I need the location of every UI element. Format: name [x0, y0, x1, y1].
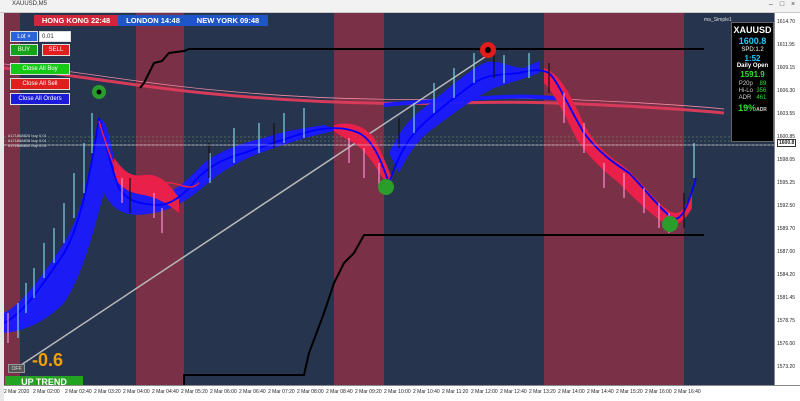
hilo-row: Hi-Lo 356 [732, 88, 773, 94]
time-tick: 2 Mar 12:00 [471, 389, 498, 395]
order-line-label: #171868852 buy 0.01 [8, 143, 47, 148]
session-name: HONG KONG [41, 16, 89, 25]
adr-percent: 19%ADR [732, 103, 773, 113]
p20p-row: P20p 89 [732, 81, 773, 87]
lot-size-input[interactable]: 0.01 [39, 31, 71, 42]
window-titlebar: XAUUSD,M5 – □ × [0, 0, 800, 13]
close-all-orders-button[interactable]: Close All Orders [10, 93, 70, 105]
sell-button[interactable]: SELL [42, 44, 70, 56]
spread-label: SPD: [741, 47, 756, 53]
indicator-tab-label: ma_Simple1 [704, 17, 732, 23]
time-tick: 2 Mar 11:20 [442, 389, 469, 395]
price-tick: 1595.25 [777, 180, 796, 186]
time-tick: 2 Mar 06:00 [210, 389, 237, 395]
price-tick: 1598.05 [777, 157, 796, 163]
minimize-icon[interactable]: – [766, 1, 776, 8]
hilo-value: 356 [756, 88, 767, 94]
time-tick: 2 Mar 10:40 [413, 389, 440, 395]
session-time: 22:48 [91, 16, 111, 25]
hilo-label: Hi-Lo [738, 88, 753, 94]
price-tick: 1576.00 [777, 341, 796, 347]
close-all-sell-button[interactable]: Close All Sell [10, 78, 70, 90]
time-tick: 2 Mar 05:20 [181, 389, 208, 395]
time-tick: 2 Mar 03:20 [94, 389, 121, 395]
price-tick: 1603.55 [777, 111, 796, 117]
price-tick: 1589.70 [777, 226, 796, 232]
time-tick: 2 Mar 16:00 [645, 389, 672, 395]
session-new-york: NEW YORK 09:48 [188, 15, 268, 26]
maximize-icon[interactable]: □ [777, 1, 787, 8]
time-tick: 2 Mar 13:20 [529, 389, 556, 395]
price-tick: 1581.45 [777, 295, 796, 301]
adr-row: ADR 461 [732, 95, 773, 101]
pips-value: -0.6 [32, 350, 64, 370]
time-tick: 2 Mar 16:40 [674, 389, 701, 395]
time-tick: 2 Mar 14:40 [587, 389, 614, 395]
price-tick: 1609.15 [777, 65, 796, 71]
price-tick: 1584.20 [777, 272, 796, 278]
p20p-label: P20p [738, 81, 753, 87]
adr-value: 461 [756, 95, 767, 101]
time-axis[interactable]: 2 Mar 2020 2 Mar 02:00 2 Mar 02:40 2 Mar… [4, 385, 800, 401]
session-name: LONDON [126, 16, 159, 25]
indicator-off-button[interactable]: OFF [8, 364, 25, 373]
time-tick: 2 Mar 02:00 [33, 389, 60, 395]
price-tick: 1573.20 [777, 364, 796, 370]
window-title: XAUUSD,M5 [12, 1, 48, 7]
session-name: NEW YORK [196, 16, 238, 25]
buy-button[interactable]: BUY [10, 44, 38, 56]
session-time: 14:48 [160, 16, 180, 25]
time-tick: 2 Mar 02:40 [65, 389, 92, 395]
chart-plot [4, 42, 774, 385]
price-tick: 1614.70 [777, 19, 796, 25]
price-tick: 1592.50 [777, 203, 796, 209]
adr-label: ADR [738, 95, 752, 101]
time-tick: 2 Mar 04:00 [123, 389, 150, 395]
current-price-tag: 1600.8 [777, 139, 797, 147]
symbol-name: XAUUSD [733, 25, 772, 35]
time-tick: 2 Mar 15:20 [616, 389, 643, 395]
current-price: 1600.8 [738, 36, 767, 46]
daily-open-value: 1591.9 [740, 70, 765, 79]
time-tick: 2 Mar 06:40 [239, 389, 266, 395]
p20p-value: 89 [759, 81, 767, 87]
close-all-buy-button[interactable]: Close All Buy [10, 63, 70, 75]
time-tick: 2 Mar 14:00 [558, 389, 585, 395]
price-tick: 1611.95 [777, 42, 795, 48]
lot-label-text: Lot [17, 34, 26, 40]
price-tick: 1606.30 [777, 88, 796, 94]
spread-value: 1.2 [755, 47, 764, 53]
time-tick: 2 Mar 07:20 [268, 389, 295, 395]
lot-label: Lot × [10, 31, 38, 42]
price-chart[interactable]: HONG KONG 22:48 LONDON 14:48 NEW YORK 09… [4, 13, 774, 385]
time-tick: 2 Mar 12:40 [500, 389, 527, 395]
price-tick: 1587.00 [777, 249, 796, 255]
adr-suffix: ADR [756, 107, 767, 113]
candle-time-left: 1:52 [744, 54, 761, 63]
price-axis[interactable]: 1614.70 1611.95 1609.15 1606.30 1603.55 … [774, 13, 800, 385]
close-icon[interactable]: × [788, 1, 798, 8]
session-london: LONDON 14:48 [118, 15, 188, 26]
time-tick: 2 Mar 2020 [4, 389, 30, 395]
price-tick: 1578.75 [777, 318, 796, 324]
session-time: 09:48 [240, 16, 260, 25]
spread-readout: SPD:1.2 [732, 47, 773, 53]
time-tick: 2 Mar 08:40 [326, 389, 353, 395]
adr-percent-value: 19% [738, 103, 757, 113]
daily-open-label: Daily Open [736, 63, 769, 69]
symbol-info-panel: XAUUSD 1600.8 SPD:1.2 1:52 Daily Open 15… [731, 22, 774, 142]
spin-icon: × [27, 34, 31, 40]
time-tick: 2 Mar 10:00 [384, 389, 411, 395]
time-tick: 2 Mar 09:20 [355, 389, 382, 395]
session-hong-kong: HONG KONG 22:48 [34, 15, 118, 26]
time-tick: 2 Mar 08:00 [297, 389, 324, 395]
time-tick: 2 Mar 04:40 [152, 389, 179, 395]
